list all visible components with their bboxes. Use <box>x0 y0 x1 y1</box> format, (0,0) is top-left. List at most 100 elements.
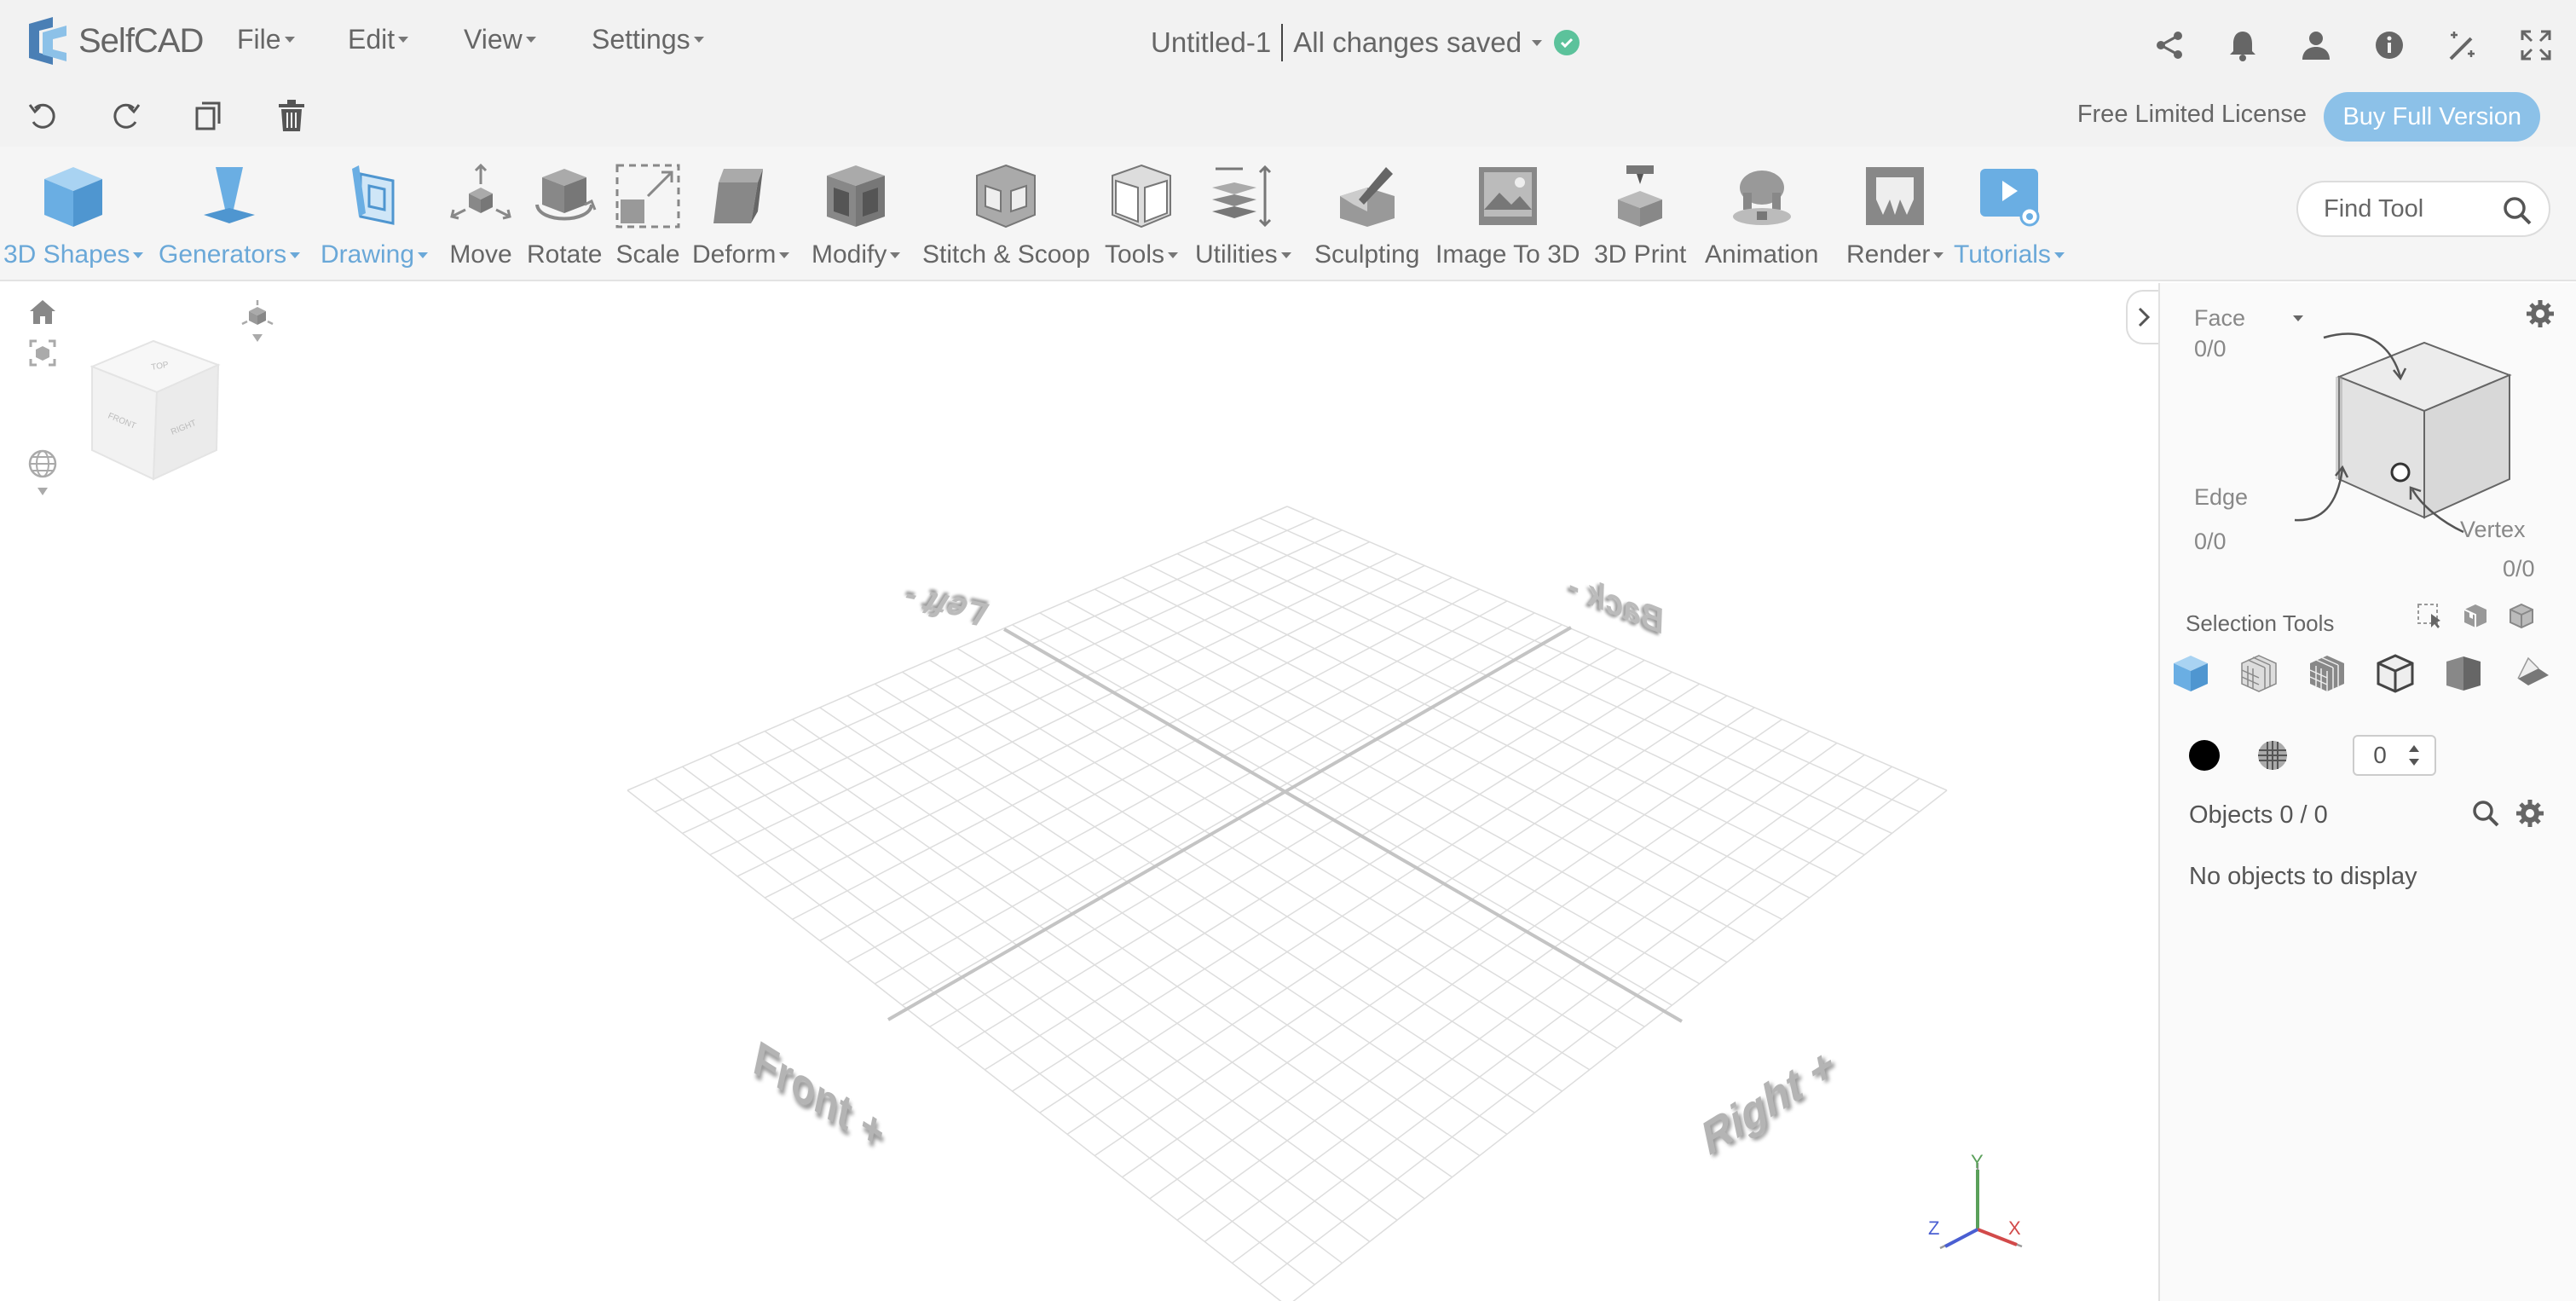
home-view-icon[interactable] <box>26 295 60 329</box>
vertex-label[interactable]: Vertex <box>2460 517 2526 543</box>
color-picker-icon[interactable] <box>2187 738 2221 777</box>
tool-deform[interactable]: Deform <box>692 162 790 269</box>
select-plane-icon[interactable] <box>2511 653 2552 694</box>
box-select-icon[interactable] <box>2416 602 2443 633</box>
chevron-down-icon <box>1933 252 1944 258</box>
move-icon <box>447 162 515 230</box>
select-edge-icon[interactable] <box>2375 653 2416 694</box>
find-tool-search[interactable] <box>2296 181 2550 237</box>
menu-settings[interactable]: Settings <box>592 24 704 55</box>
select-solid-icon[interactable] <box>2443 653 2484 694</box>
chevron-down-icon <box>133 252 144 258</box>
grid-line <box>1259 778 1920 1286</box>
redo-icon[interactable] <box>107 97 145 135</box>
expand-panel-button[interactable] <box>2126 290 2158 344</box>
tool-generators[interactable]: Generators <box>159 162 301 269</box>
grid-line <box>1232 529 1892 835</box>
grid-line <box>1122 576 1782 920</box>
objects-count: Objects 0 / 0 <box>2189 801 2328 829</box>
scale-icon <box>614 162 682 230</box>
generator-icon <box>195 162 263 230</box>
tool-move[interactable]: Move <box>447 162 515 269</box>
user-icon[interactable] <box>2296 26 2336 65</box>
chevron-down-icon <box>1280 252 1291 258</box>
menu-file[interactable]: File <box>237 24 295 55</box>
tool-tutorials[interactable]: Tutorials <box>1954 162 2065 269</box>
grid-line <box>1204 541 1865 856</box>
find-tool-input[interactable] <box>2324 194 2477 223</box>
tool-modify[interactable]: Modify <box>811 162 901 269</box>
document-title[interactable]: Untitled-1 <box>1151 26 1271 59</box>
select-face-icon[interactable] <box>2307 653 2348 694</box>
tool-image-to-3d[interactable]: Image To 3D <box>1435 162 1580 269</box>
grid-line <box>1012 671 1672 1092</box>
grid-line <box>1012 624 1672 1006</box>
stepper-up-icon[interactable] <box>2409 745 2419 752</box>
xray-select-icon[interactable] <box>2508 602 2535 633</box>
chevron-down-icon <box>1168 252 1179 258</box>
chevron-down-icon <box>525 37 536 43</box>
chevron-down-icon <box>398 37 409 43</box>
tool-3d-shapes[interactable]: 3D Shapes <box>3 162 144 269</box>
magic-wand-icon[interactable] <box>2443 26 2482 65</box>
tool-3d-shapes-label: 3D Shapes <box>3 240 130 269</box>
menu-edit[interactable]: Edit <box>348 24 409 55</box>
tool-rotate[interactable]: Rotate <box>527 162 602 269</box>
tool-utilities-label: Utilities <box>1195 240 1278 269</box>
tool-sculpting-label: Sculpting <box>1314 240 1420 269</box>
bell-icon[interactable] <box>2223 26 2262 65</box>
share-icon[interactable] <box>2150 26 2189 65</box>
info-icon[interactable] <box>2370 26 2409 65</box>
tool-3d-print[interactable]: 3D Print <box>1594 162 1686 269</box>
tool-scale[interactable]: Scale <box>614 162 682 269</box>
select-object-icon[interactable] <box>2170 653 2211 694</box>
edge-label[interactable]: Edge <box>2194 484 2248 511</box>
tool-tools-label: Tools <box>1105 240 1165 269</box>
chevron-down-icon[interactable] <box>26 483 60 500</box>
app-logo[interactable]: SelfCAD <box>24 14 204 68</box>
chevron-down-icon[interactable] <box>1532 39 1543 46</box>
grid-line <box>1066 695 1728 1135</box>
gear-icon[interactable] <box>2515 798 2545 833</box>
tool-drawing[interactable]: Drawing <box>321 162 429 269</box>
quantity-stepper[interactable] <box>2353 735 2436 776</box>
tool-animation[interactable]: Animation <box>1705 162 1818 269</box>
perspective-icon[interactable] <box>26 447 60 481</box>
axis-z-label: Z <box>1928 1217 1940 1239</box>
buy-full-version-button[interactable]: Buy Full Version <box>2324 92 2540 142</box>
stepper-input[interactable] <box>2354 742 2406 769</box>
search-icon[interactable] <box>2470 798 2501 833</box>
tool-utilities[interactable]: Utilities <box>1195 162 1291 269</box>
tool-stitch-scoop[interactable]: Stitch & Scoop <box>922 162 1090 269</box>
texture-material-icon[interactable] <box>2255 738 2290 777</box>
fullscreen-icon[interactable] <box>2516 26 2556 65</box>
view-cube[interactable]: TOP FRONT RIGHT <box>82 331 235 484</box>
workspace-grid <box>627 506 2023 1301</box>
axis-y-label: Y <box>1971 1151 1984 1172</box>
menu-view[interactable]: View <box>464 24 536 55</box>
save-status[interactable]: All changes saved <box>1293 26 1522 59</box>
tool-deform-label: Deform <box>692 240 777 269</box>
tool-sculpting[interactable]: Sculpting <box>1314 162 1419 269</box>
stepper-down-icon[interactable] <box>2409 759 2419 766</box>
grid-line <box>1286 506 1948 791</box>
trash-icon[interactable] <box>273 97 310 135</box>
tool-generators-label: Generators <box>159 240 287 269</box>
search-icon[interactable] <box>2501 194 2533 231</box>
tool-tools[interactable]: Tools <box>1105 162 1179 269</box>
fit-view-icon[interactable] <box>26 336 60 370</box>
image-to-3d-icon <box>1474 162 1542 230</box>
grid-line <box>1039 612 1701 985</box>
3d-print-icon <box>1606 162 1674 230</box>
camera-cube-menu[interactable] <box>239 298 276 353</box>
3d-viewport[interactable]: Left - Back - Front + Right + TOP FRONT … <box>0 283 2158 1301</box>
tool-render[interactable]: Render <box>1846 162 1944 269</box>
main-toolbar: 3D Shapes Generators Drawing Move Rotate… <box>0 147 2576 281</box>
visible-select-icon[interactable] <box>2462 602 2489 633</box>
duplicate-icon[interactable] <box>189 97 227 135</box>
undo-icon[interactable] <box>24 97 61 135</box>
select-polygon-icon[interactable] <box>2238 653 2279 694</box>
empty-objects-message: No objects to display <box>2189 863 2417 890</box>
animation-icon <box>1728 162 1796 230</box>
tool-stitch-scoop-label: Stitch & Scoop <box>922 240 1090 269</box>
